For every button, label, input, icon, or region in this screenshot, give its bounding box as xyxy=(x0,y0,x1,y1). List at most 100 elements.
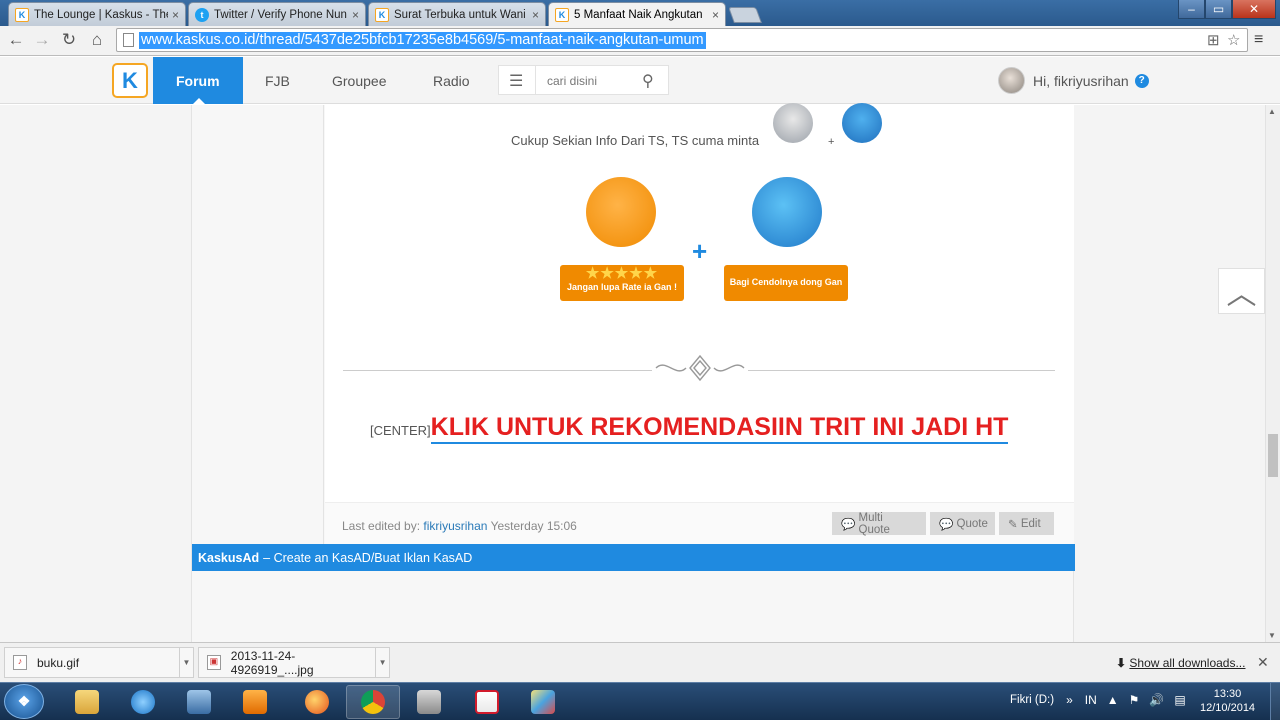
start-button-icon[interactable]: ❖ xyxy=(4,684,44,719)
new-tab-button[interactable] xyxy=(728,7,762,23)
quote-button[interactable]: 💬 Quote xyxy=(930,512,995,535)
browser-tab-2[interactable]: t Twitter / Verify Phone Nun × xyxy=(188,2,366,26)
network-app-icon[interactable] xyxy=(172,685,226,719)
maximize-icon[interactable]: ▭ xyxy=(1205,0,1232,19)
scroll-to-top-button[interactable]: ︿ xyxy=(1218,268,1265,314)
explorer-icon[interactable] xyxy=(60,685,114,719)
jpg-file-icon: ▣ xyxy=(207,655,221,670)
show-desktop-button[interactable] xyxy=(1270,683,1280,720)
scroll-down-arrow-icon[interactable]: ▼ xyxy=(1268,631,1276,640)
last-edited-user[interactable]: fikriyusrihan xyxy=(423,519,487,533)
drive-label[interactable]: Fikri (D:) xyxy=(1010,694,1054,706)
user-menu[interactable]: Hi, fikriyusrihan ? xyxy=(998,67,1149,94)
recommend-link[interactable]: KLIK UNTUK REKOMENDASIIN TRIT INI JADI H… xyxy=(430,413,1009,444)
kasad-brand: KaskusAd xyxy=(198,550,260,565)
page-scrollbar[interactable]: ▲ ▼ xyxy=(1265,105,1280,642)
minimize-icon[interactable]: – xyxy=(1178,0,1205,19)
nav-forum[interactable]: Forum xyxy=(153,57,243,104)
nav-groupee[interactable]: Groupee xyxy=(332,57,386,104)
disk-app-icon[interactable] xyxy=(402,685,456,719)
clock-date: 12/10/2014 xyxy=(1200,702,1256,714)
help-icon[interactable]: ? xyxy=(1134,73,1149,88)
kaskus-favicon-icon: K xyxy=(555,8,569,22)
window-controls: – ▭ ✕ xyxy=(1178,0,1276,19)
nav-radio[interactable]: Radio xyxy=(433,57,470,104)
volume-icon[interactable]: 🔊 xyxy=(1149,693,1164,707)
edit-label: Edit xyxy=(1020,517,1041,530)
last-edited-time: Yesterday 15:06 xyxy=(490,519,577,533)
kaskus-favicon-icon: K xyxy=(375,7,389,22)
network-icon[interactable]: ▤ xyxy=(1174,693,1185,707)
search-icon[interactable]: ⚲ xyxy=(642,71,654,91)
download-item-1[interactable]: ♪ buku.gif ▼ xyxy=(4,647,194,678)
kasad-text[interactable]: – Create an KasAD/Buat Iklan KasAD xyxy=(263,551,472,565)
search-box[interactable]: ☰ cari disini ⚲ xyxy=(498,65,669,95)
closing-line: Cukup Sekian Info Dari TS, TS cuma minta xyxy=(511,133,760,148)
category-list-icon[interactable]: ☰ xyxy=(509,71,523,91)
clock[interactable]: 13:30 12/10/2014 xyxy=(1200,687,1255,715)
media-player-icon[interactable] xyxy=(228,685,282,719)
tab-close-icon[interactable]: × xyxy=(172,8,179,22)
post-author-column xyxy=(192,105,324,545)
bookmark-star-icon[interactable]: ☆ xyxy=(1227,31,1240,49)
chevron-down-icon[interactable]: ▼ xyxy=(179,648,193,677)
url-text[interactable]: www.kaskus.co.id/thread/5437de25bfcb1723… xyxy=(139,32,706,49)
kaskus-logo-icon[interactable]: K xyxy=(112,63,148,98)
close-shelf-icon[interactable]: ✕ xyxy=(1257,654,1269,671)
edit-button[interactable]: ✎ Edit xyxy=(999,512,1054,535)
chevron-down-icon[interactable]: ▼ xyxy=(375,648,389,677)
scrollbar-thumb[interactable] xyxy=(1268,434,1278,477)
grey-mascot-icon xyxy=(773,103,813,143)
kasad-bar[interactable]: KaskusAd – Create an KasAD/Buat Iklan Ka… xyxy=(192,544,1075,571)
browser-tab-1[interactable]: K The Lounge | Kaskus - The × xyxy=(8,2,186,26)
paint-icon[interactable] xyxy=(516,685,570,719)
show-all-label[interactable]: Show all downloads... xyxy=(1129,656,1245,670)
chrome-menu-icon[interactable]: ≡ xyxy=(1254,31,1263,49)
language-indicator[interactable]: IN xyxy=(1085,693,1097,707)
browser-tab-4-active[interactable]: K 5 Manfaat Naik Angkutan × xyxy=(548,2,726,27)
nav-fjb[interactable]: FJB xyxy=(265,57,290,104)
tab-close-icon[interactable]: × xyxy=(712,8,719,22)
forward-arrow-icon[interactable]: → xyxy=(31,29,53,51)
tab-close-icon[interactable]: × xyxy=(352,8,359,22)
action-center-flag-icon[interactable]: ⚑ xyxy=(1129,693,1140,707)
download-item-2[interactable]: ▣ 2013-11-24-4926919_....jpg ▼ xyxy=(198,647,390,678)
tab-close-icon[interactable]: × xyxy=(532,8,539,22)
show-all-downloads-link[interactable]: ⬇ Show all downloads... xyxy=(1116,656,1245,670)
firefox-icon[interactable] xyxy=(290,685,344,719)
recommend-line: [CENTER] KLIK UNTUK REKOMENDASIIN TRIT I… xyxy=(370,413,1009,444)
orange-mascot-icon xyxy=(586,177,656,247)
post-body: Cukup Sekian Info Dari TS, TS cuma minta… xyxy=(325,103,1074,545)
back-arrow-icon[interactable]: ← xyxy=(5,29,27,51)
twitter-favicon-icon: t xyxy=(195,7,209,22)
smartfren-icon[interactable] xyxy=(460,685,514,719)
rate-mascot-image: ★★★★★ Jangan lupa Rate ia Gan ! xyxy=(558,177,685,301)
rate-banner: ★★★★★ Jangan lupa Rate ia Gan ! xyxy=(560,265,684,301)
search-input[interactable]: cari disini xyxy=(547,74,597,88)
scroll-up-arrow-icon[interactable]: ▲ xyxy=(1268,107,1276,116)
speech-bubbles-icon: 💬 xyxy=(841,518,859,531)
translate-icon[interactable]: ⊞ xyxy=(1207,31,1220,49)
address-bar[interactable]: www.kaskus.co.id/thread/5437de25bfcb1723… xyxy=(116,28,1248,52)
multi-quote-button[interactable]: 💬 Multi Quote xyxy=(832,512,926,536)
chrome-icon[interactable] xyxy=(346,685,400,719)
avatar[interactable] xyxy=(998,67,1025,94)
blue-mascot-big-icon xyxy=(752,177,822,247)
internet-explorer-icon[interactable] xyxy=(116,685,170,719)
last-edited-label: Last edited by: xyxy=(342,519,421,533)
browser-tab-strip: K The Lounge | Kaskus - The × t Twitter … xyxy=(0,0,1280,27)
reload-icon[interactable]: ↻ xyxy=(58,29,80,51)
kaskus-favicon-icon: K xyxy=(15,7,29,22)
browser-toolbar: ← → ↻ ⌂ www.kaskus.co.id/thread/5437de25… xyxy=(0,26,1280,56)
browser-tab-3[interactable]: K Surat Terbuka untuk Wani × xyxy=(368,2,546,26)
download-arrow-icon: ⬇ xyxy=(1116,656,1127,670)
close-window-icon[interactable]: ✕ xyxy=(1232,0,1276,19)
page-icon xyxy=(123,33,134,47)
expand-drive-icon[interactable]: » xyxy=(1066,693,1073,707)
downloads-shelf: ♪ buku.gif ▼ ▣ 2013-11-24-4926919_....jp… xyxy=(0,642,1280,682)
home-icon[interactable]: ⌂ xyxy=(86,29,108,51)
user-greeting[interactable]: Hi, fikriyusrihan xyxy=(1033,73,1129,89)
last-edited-info: Last edited by: fikriyusrihan Yesterday … xyxy=(342,519,577,533)
search-divider xyxy=(535,66,536,94)
tray-up-arrow-icon[interactable]: ▲ xyxy=(1107,693,1119,707)
